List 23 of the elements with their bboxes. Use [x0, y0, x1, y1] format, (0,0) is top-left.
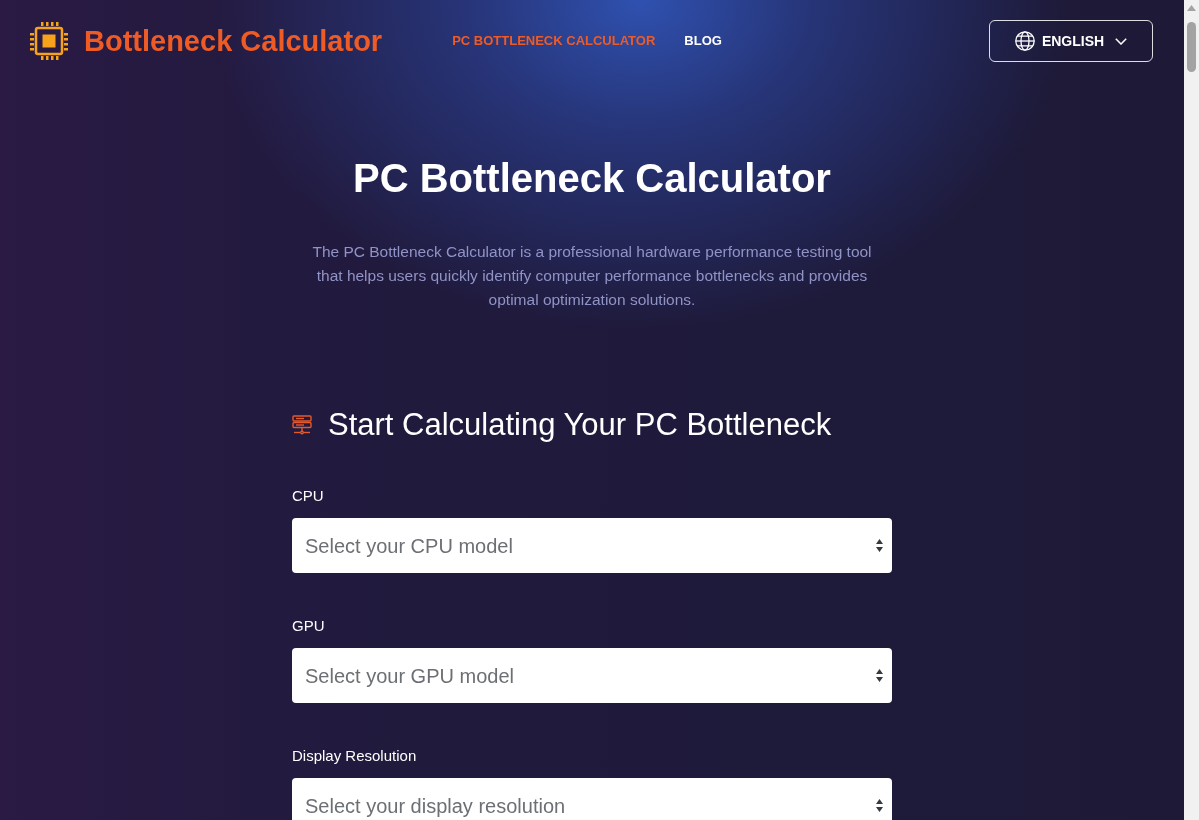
brand-logo[interactable]: Bottleneck Calculator — [30, 22, 383, 60]
sort-arrows-icon — [876, 669, 883, 683]
nav-link[interactable]: PC BOTTLENECK CALCULATOR — [452, 31, 656, 51]
section-heading: Start Calculating Your PC Bottleneck — [328, 406, 832, 444]
nav-link[interactable]: BLOG — [684, 31, 722, 51]
field-label: CPU — [292, 486, 325, 507]
chip-icon — [30, 22, 68, 60]
field-label: GPU — [292, 616, 326, 637]
scrollbar-track[interactable] — [1184, 0, 1199, 820]
select-field[interactable]: Select your CPU model — [292, 518, 892, 574]
select-field[interactable]: Select your display resolution — [292, 778, 892, 820]
select-field[interactable]: Select your GPU model — [292, 648, 892, 704]
chevron-down-icon — [1115, 37, 1128, 45]
scroll-up-arrow-icon[interactable] — [1187, 5, 1196, 11]
intro-paragraph: The PC Bottleneck Calculator is a professional hardware performance testing tool that helps users quickly identify computer performance bottlenecks and provides optimal optimization solutions. — [311, 242, 873, 310]
sort-arrows-icon — [876, 799, 883, 813]
scrollbar-thumb[interactable] — [1187, 22, 1196, 72]
field-label: Display Resolution — [292, 746, 418, 767]
page-title: PC Bottleneck Calculator — [352, 155, 832, 202]
language-button[interactable]: ENGLISH — [989, 20, 1153, 62]
globe-icon — [1014, 31, 1035, 51]
server-icon — [292, 414, 312, 435]
sort-arrows-icon — [876, 539, 883, 553]
